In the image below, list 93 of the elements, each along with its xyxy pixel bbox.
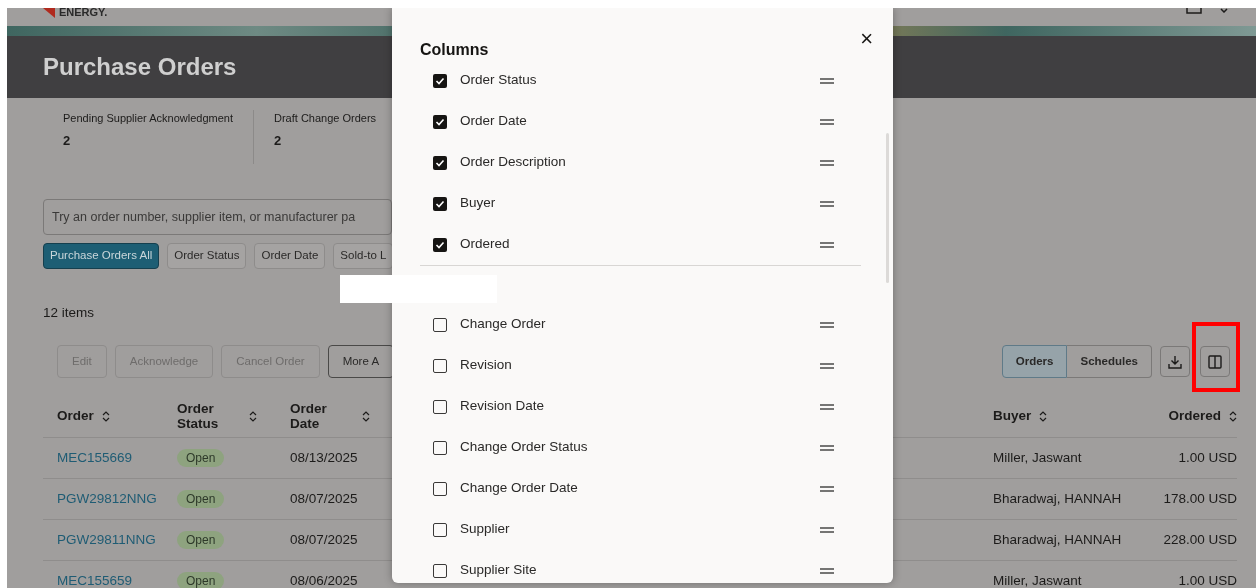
table-cell: 08/07/2025 — [290, 491, 358, 507]
check-icon — [435, 199, 445, 208]
drag-handle-icon[interactable] — [820, 526, 834, 533]
column-header[interactable]: Order — [57, 409, 94, 425]
drag-handle-icon[interactable] — [820, 403, 834, 410]
column-option: Order Status — [460, 70, 820, 91]
page-title: Purchase Orders — [43, 52, 237, 82]
drag-handle-icon[interactable] — [820, 159, 834, 166]
status-badge: Open — [177, 449, 225, 468]
view-tab[interactable]: Schedules — [1067, 345, 1152, 379]
metric-value: 2 — [63, 131, 72, 150]
drag-handle-icon[interactable] — [820, 321, 834, 328]
drag-handle-icon[interactable] — [820, 362, 834, 369]
checkbox[interactable] — [433, 196, 447, 211]
chevron-icon[interactable] — [1220, 8, 1228, 13]
table-cell: 1.00 USD — [1178, 573, 1237, 588]
filter-chip[interactable]: Purchase Orders All — [43, 243, 160, 269]
table-cell: 228.00 USD — [1163, 532, 1237, 548]
columns-button[interactable] — [1200, 346, 1230, 378]
checkbox[interactable] — [433, 237, 447, 252]
column-option: Ordered — [460, 234, 820, 255]
table-cell: Bharadwaj, HANNAH — [993, 491, 1122, 507]
dialog-title: Columns — [420, 40, 489, 60]
status-badge: Open — [177, 572, 225, 588]
checkbox[interactable] — [433, 522, 447, 537]
column-header[interactable]: Order Date — [290, 401, 354, 432]
column-option: Supplier Site — [460, 560, 820, 581]
filter-chip[interactable]: Order Status — [167, 243, 247, 269]
close-button[interactable]: × — [858, 28, 875, 50]
drag-handle-icon[interactable] — [820, 444, 834, 451]
highlight-frame — [1192, 322, 1240, 392]
metric-label: Draft Change Orders — [274, 111, 377, 126]
window-icon[interactable] — [1186, 8, 1202, 14]
view-tab[interactable]: Orders — [1001, 345, 1068, 379]
scrollbar[interactable] — [886, 133, 889, 283]
drag-handle-icon[interactable] — [820, 241, 834, 248]
checkbox[interactable] — [433, 563, 447, 578]
metric-label: Pending Supplier Acknowledgment — [63, 111, 233, 126]
table-cell: 08/13/2025 — [290, 450, 358, 466]
column-header[interactable]: Order Status — [177, 401, 241, 432]
logo-icon — [43, 8, 55, 18]
checkbox[interactable] — [433, 73, 447, 88]
action-button[interactable]: More A — [327, 345, 395, 379]
table-cell: Bharadwaj, HANNAH — [993, 532, 1122, 548]
download-icon — [1168, 354, 1182, 369]
checkbox[interactable] — [433, 317, 447, 332]
checkbox[interactable] — [433, 399, 447, 414]
brand-text: ENERGY. — [59, 8, 108, 16]
checkbox[interactable] — [433, 481, 447, 496]
column-header[interactable]: Buyer — [993, 409, 1032, 425]
filter-chip[interactable]: Order Date — [254, 243, 326, 269]
column-option: Revision — [460, 355, 820, 376]
column-option: Change Order Date — [460, 478, 820, 499]
column-option: Supplier — [460, 519, 820, 540]
drag-handle-icon[interactable] — [820, 118, 834, 125]
checkbox[interactable] — [433, 440, 447, 455]
check-icon — [435, 76, 445, 85]
column-option: Order Date — [460, 111, 820, 132]
filter-chip[interactable]: Sold-to L — [333, 243, 394, 269]
item-count: 12 items — [43, 303, 95, 322]
column-option: Buyer — [460, 193, 820, 214]
sort-icon[interactable] — [362, 411, 370, 423]
sort-icon[interactable] — [249, 411, 257, 423]
drag-handle-icon[interactable] — [820, 567, 834, 574]
drag-handle-icon[interactable] — [820, 77, 834, 84]
drag-handle-icon[interactable] — [820, 200, 834, 207]
table-cell: 1.00 USD — [1178, 450, 1237, 466]
sort-icon[interactable] — [1229, 411, 1237, 423]
checkbox[interactable] — [433, 114, 447, 129]
table-cell: Miller, Jaswant — [993, 450, 1082, 466]
check-icon — [435, 117, 445, 126]
column-option: Revision Date — [460, 396, 820, 417]
drag-handle-icon[interactable] — [820, 485, 834, 492]
check-icon — [435, 240, 445, 249]
column-header[interactable]: Ordered — [1168, 409, 1221, 425]
column-option: Change Order — [460, 314, 820, 335]
table-cell: 08/07/2025 — [290, 532, 358, 548]
status-badge: Open — [177, 490, 225, 509]
check-icon — [435, 158, 445, 167]
sort-icon[interactable] — [1039, 411, 1048, 423]
columns-icon — [1208, 354, 1222, 369]
table-cell: 08/06/2025 — [290, 573, 358, 588]
table-cell: Miller, Jaswant — [993, 573, 1082, 588]
checkbox[interactable] — [433, 358, 447, 373]
sort-icon[interactable] — [101, 411, 110, 423]
table-cell: 178.00 USD — [1163, 491, 1237, 507]
checkbox[interactable] — [433, 155, 447, 170]
status-badge: Open — [177, 531, 225, 550]
download-button[interactable] — [1160, 346, 1190, 378]
metric-value: 2 — [274, 131, 283, 150]
search-field[interactable]: Try an order number, supplier item, or manufacturer pa — [43, 199, 392, 235]
column-option: Change Order Status — [460, 437, 820, 458]
column-option: Order Description — [460, 152, 820, 173]
